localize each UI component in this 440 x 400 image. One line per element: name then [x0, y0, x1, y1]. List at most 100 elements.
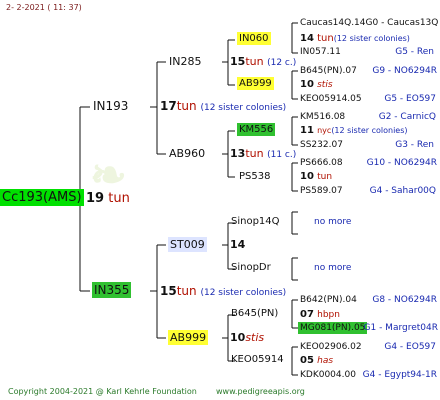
gen3-sdd-info: 10 tun: [300, 172, 332, 182]
gen4-ref: G4 - Sahar00Q: [369, 186, 436, 196]
gen3-dds-name[interactable]: B645(PN): [231, 309, 278, 319]
gen3-sds-name[interactable]: KM556: [237, 123, 276, 136]
gen4-name: KEO05914.05: [300, 94, 362, 104]
gen3-sdd-name[interactable]: PS538: [239, 172, 270, 182]
gen4-ref: G4 - Egypt94-1R: [362, 370, 437, 380]
dam-number: 15: [160, 284, 177, 298]
gen3-sds-label: KM556: [237, 123, 276, 136]
gen3-ddd-info: 05 has: [300, 356, 333, 366]
gen3-dsd-more: no more: [314, 263, 352, 273]
gen4-entry[interactable]: IN057.11: [300, 48, 341, 57]
gen2-dd-name[interactable]: AB999: [168, 330, 209, 345]
gen3-sss-info: 14 tun(12 sister colonies): [300, 34, 410, 44]
gen4-entry[interactable]: SS232.07: [300, 141, 343, 150]
gen4-name: Caucas14Q.14G0 - Caucas13Q: [300, 18, 439, 28]
gen4-name: PS589.07: [300, 186, 343, 196]
gen3-sdd-number: 10: [300, 171, 314, 182]
gen2-sd-note: (11 c.): [267, 150, 297, 160]
gen3-ddd-breeder: has: [317, 356, 334, 366]
gen2-dd-info: 10stis: [230, 332, 264, 343]
root-number: 19: [86, 191, 105, 206]
gen3-dss-more: no more: [314, 217, 352, 227]
gen2-ds-name[interactable]: ST009: [168, 237, 207, 252]
gen4-ref: G8 - NO6294R: [372, 295, 437, 305]
gen4-name: KDK0004.00: [300, 370, 356, 380]
footer-url[interactable]: www.pedigreeapis.org: [216, 388, 305, 396]
gen4-entry[interactable]: PS666.08: [300, 159, 343, 168]
gen4-entry[interactable]: PS589.07: [300, 187, 343, 196]
gen4-ref: G9 - NO6294R: [372, 66, 437, 76]
gen4-name: PS666.08: [300, 158, 343, 168]
gen3-ssd-number: 10: [300, 79, 314, 90]
gen3-dsd-name[interactable]: SinopDr: [231, 263, 271, 273]
gen4-entry[interactable]: KM516.08: [300, 113, 345, 122]
gen3-sds-breeder: nyc: [317, 126, 332, 135]
gen4-name: B642(PN).04: [300, 295, 357, 305]
gen4-entry[interactable]: MG081(PN).05: [298, 322, 368, 334]
gen2-dd-number: 10: [230, 331, 246, 344]
gen4-name: KEO02906.02: [300, 342, 362, 352]
gen4-entry[interactable]: KEO05914.05: [300, 95, 362, 104]
sire-info: 17tun (12 sister colonies): [160, 100, 286, 113]
gen4-name: KM516.08: [300, 112, 346, 122]
gen4-entry[interactable]: Caucas14Q.14G0 - Caucas13Q: [300, 19, 438, 28]
generation-date: 2- 2-2021 ( 11: 37): [6, 3, 82, 12]
gen3-dsd-no-more: no more: [314, 264, 351, 273]
gen2-sd-info: 13tun (11 c.): [230, 148, 296, 160]
gen3-sss-label: IN060: [237, 32, 271, 45]
gen4-entry[interactable]: KEO02906.02: [300, 343, 362, 352]
gen3-dds-info: 07 hbpn: [300, 310, 340, 320]
gen3-dds-breeder: hbpn: [317, 310, 340, 320]
gen3-sdd-breeder: tun: [317, 172, 333, 182]
gen4-ref: G3 - Ren: [395, 140, 434, 150]
dam-breeder: tun: [176, 284, 197, 298]
gen4-entry[interactable]: B645(PN).07: [300, 67, 357, 76]
sire-sister-note: (12 sister colonies): [200, 103, 287, 113]
gen3-sss-number: 14: [300, 33, 314, 44]
gen3-ddd-name[interactable]: KEO05914: [231, 355, 284, 365]
gen4-entry[interactable]: KDK0004.00: [300, 371, 356, 380]
gen3-dss-name[interactable]: Sinop14Q: [231, 217, 280, 227]
root-queen-info: 19 tun: [86, 192, 130, 205]
gen4-ref: G2 - CarnicQ: [378, 112, 436, 122]
dam-name-label: IN355: [92, 282, 132, 298]
gen4-name: SS232.07: [300, 140, 343, 150]
gen3-ssd-label: AB999: [237, 77, 274, 90]
footer-copyright: Copyright 2004-2021 @ Karl Kehrle Founda…: [8, 387, 197, 396]
dam-name[interactable]: IN355: [92, 282, 132, 298]
gen3-ssd-name[interactable]: AB999: [237, 77, 274, 90]
gen2-ss-info: 15tun (12 c.): [230, 56, 296, 68]
gen4-ref: G1 - Margret04R: [363, 323, 438, 333]
root-queen-name[interactable]: Cc193(AMS): [0, 189, 84, 206]
gen2-sd-breeder: tun: [245, 147, 264, 160]
gen2-dd-breeder: stis: [245, 331, 265, 344]
gen3-sss-note: (12 sister colonies): [333, 34, 410, 43]
gen4-ref: G10 - NO6294R: [366, 158, 437, 168]
gen4-entry[interactable]: B642(PN).04: [300, 296, 357, 305]
gen3-sds-note: (12 sister colonies): [331, 126, 408, 135]
gen4-name: IN057.11: [300, 47, 341, 57]
gen2-ss-note: (12 c.): [267, 58, 297, 68]
gen2-sd-name[interactable]: AB960: [169, 148, 205, 159]
gen3-ssd-breeder: stis: [317, 80, 333, 90]
gen3-sss-name[interactable]: IN060: [237, 32, 271, 45]
gen3-sds-number: 11: [300, 125, 314, 136]
gen3-dds-number: 07: [300, 309, 314, 320]
gen2-ss-name[interactable]: IN285: [169, 56, 201, 67]
gen4-ref: G5 - Ren: [395, 47, 434, 57]
gen4-ref: G4 - EO597: [384, 342, 436, 352]
gen3-dss-no-more: no more: [314, 218, 351, 227]
gen4-name: B645(PN).07: [300, 66, 357, 76]
root-name-label: Cc193(AMS): [0, 189, 84, 206]
dam-sister-note: (12 sister colonies): [200, 288, 287, 298]
gen3-sds-info: 11 nyc(12 sister colonies): [300, 126, 408, 136]
gen2-ds-label: ST009: [168, 237, 207, 252]
sire-number: 17: [160, 99, 177, 113]
gen3-sss-breeder: tun: [317, 33, 334, 44]
root-breeder: tun: [108, 191, 130, 206]
gen2-ds-info: 14: [230, 239, 245, 250]
sire-name[interactable]: IN193: [93, 100, 128, 112]
gen2-ss-number: 15: [230, 55, 246, 68]
gen2-ss-breeder: tun: [245, 55, 264, 68]
gen4-ref: G5 - EO597: [384, 94, 436, 104]
